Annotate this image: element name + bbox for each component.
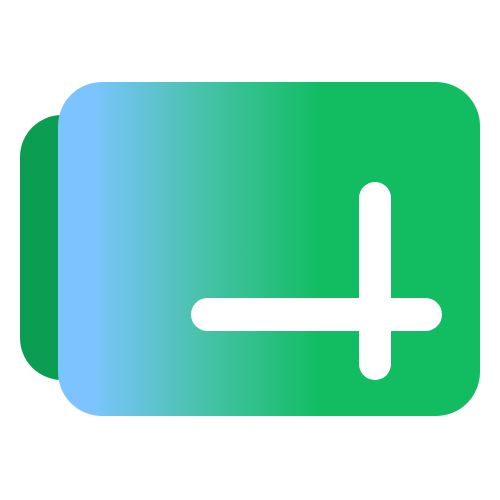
icon-canvas <box>0 0 500 500</box>
plus-horizontal-bar <box>191 298 442 331</box>
front-card-shape <box>58 82 480 416</box>
plus-vertical-bar <box>359 182 391 380</box>
add-folder-icon <box>20 82 480 416</box>
